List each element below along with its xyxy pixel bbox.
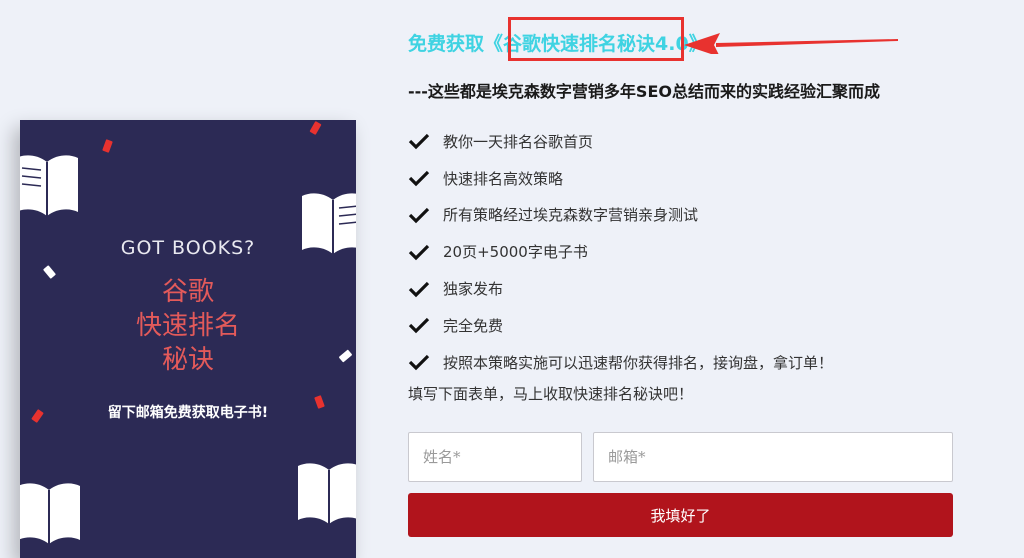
checkmark-icon [408,281,430,297]
open-book-icon [298,463,356,524]
cover-subtitle-line: 谷歌 [161,277,214,307]
subheading: ---这些都是埃克森数字营销多年SEO总结而来的实践经验汇聚而成 [408,82,880,101]
open-book-icon [20,483,80,544]
checkmark-icon [408,355,430,371]
cover-footer: 留下邮箱免费获取电子书! [107,405,269,421]
open-book-icon [20,155,78,216]
name-input[interactable] [408,432,582,482]
confetti-decoration [102,139,113,153]
checkmark-icon [408,207,430,224]
checkmark-icon [408,171,430,187]
feature-text: 完全免费 [443,316,504,335]
ebook-cover: GOT BOOKS? 谷歌 快速排名 秘诀 留下邮箱免费获取电子书! [20,120,356,558]
feature-text: 所有策略经过埃克森数字营销亲身测试 [443,206,699,225]
feature-text: 20页+5000字电子书 [443,243,588,262]
cover-subtitle-line: 快速排名 [135,311,240,341]
checkmark-icon [408,318,430,334]
cover-subtitle-line: 秘诀 [161,345,214,375]
form-prompt: 填写下面表单，马上收取快速排名秘诀吧！ [408,385,694,403]
feature-text: 独家发布 [443,280,504,299]
confetti-decoration [309,121,322,135]
cover-title: GOT BOOKS? [120,237,256,259]
checkmark-icon [408,134,430,150]
title-prefix: 免费获取《 [408,33,504,55]
annotation-highlight-box [508,17,684,61]
email-input[interactable] [593,432,953,482]
feature-text: 教你一天排名谷歌首页 [443,132,594,151]
feature-item: 教你一天排名谷歌首页 [408,123,833,160]
feature-list: 教你一天排名谷歌首页 快速排名高效策略 所有策略经过埃克森数字营销亲身测试 20… [408,123,833,381]
feature-item: 快速排名高效策略 [408,160,833,197]
annotation-arrow-icon [684,33,898,54]
feature-text: 快速排名高效策略 [443,169,564,188]
feature-item: 所有策略经过埃克森数字营销亲身测试 [408,197,833,234]
feature-text: 按照本策略实施可以迅速帮你获得排名，接询盘，拿订单！ [443,353,834,372]
feature-item: 按照本策略实施可以迅速帮你获得排名，接询盘，拿订单！ [408,344,833,381]
feature-item: 20页+5000字电子书 [408,233,833,270]
feature-item: 独家发布 [408,270,833,307]
submit-button[interactable]: 我填好了 [408,493,953,537]
checkmark-icon [408,244,430,261]
feature-item: 完全免费 [408,307,833,344]
